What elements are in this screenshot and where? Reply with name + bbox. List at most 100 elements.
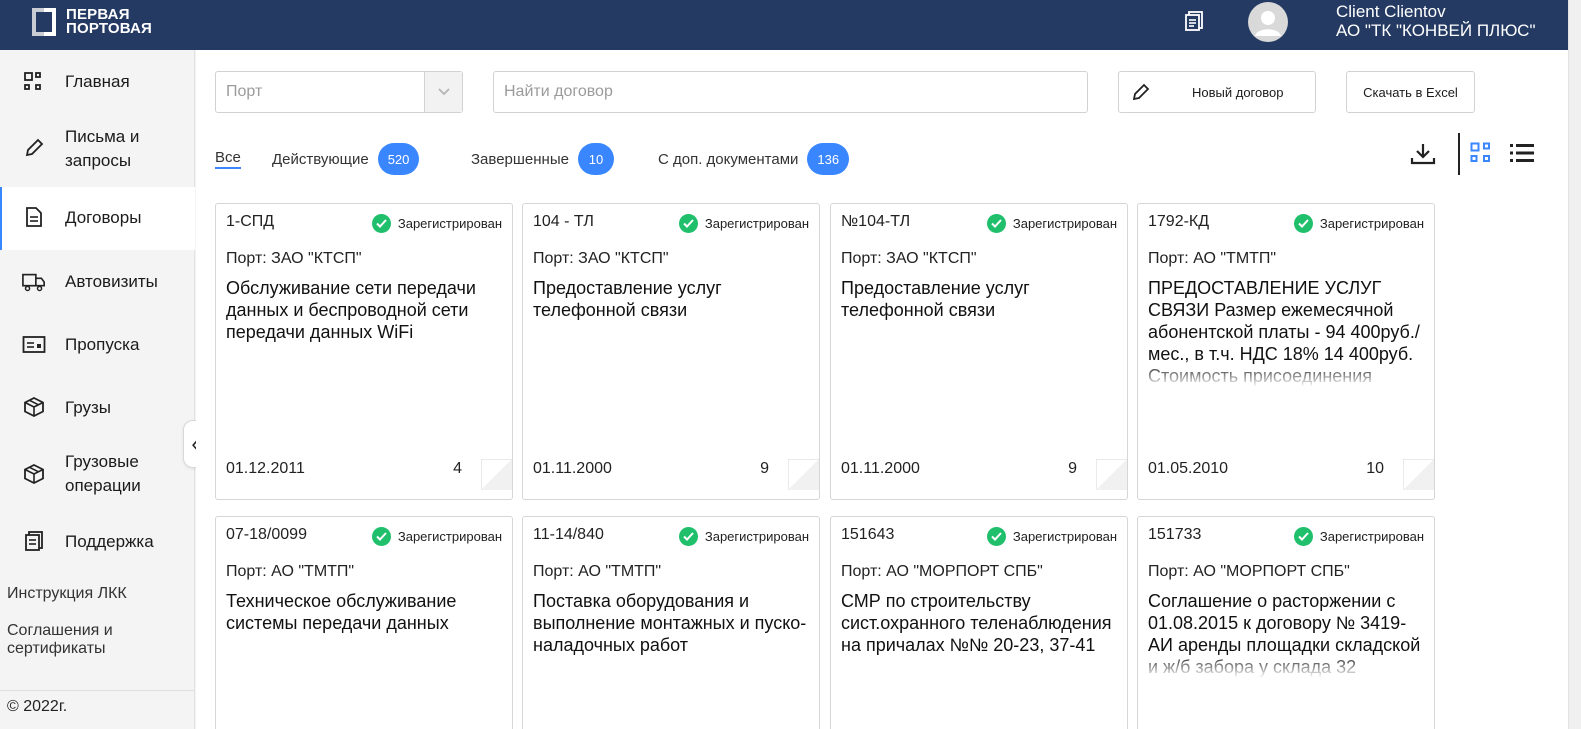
sidebar-item-passes[interactable]: Пропуска: [0, 314, 195, 376]
logo-text: ПЕРВАЯ ПОРТОВАЯ: [66, 7, 153, 37]
sidebar-item-cargo-operations[interactable]: Грузовые операции: [0, 440, 195, 510]
contract-card[interactable]: 1-СПД Зарегистрирован Порт: ЗАО "КТСП" О…: [215, 203, 513, 500]
contract-description: Обслуживание сети передачи данных и бесп…: [226, 278, 476, 342]
documents-icon[interactable]: [1184, 10, 1206, 32]
contract-date: 01.12.2011: [226, 460, 305, 477]
status-text: Зарегистрирован: [397, 216, 502, 231]
contract-number: 11-14/840: [533, 526, 604, 543]
tab-with-additional-docs[interactable]: С доп. документами 136: [658, 143, 850, 175]
contract-card[interactable]: №104-ТЛ Зарегистрирован Порт: ЗАО "КТСП"…: [830, 203, 1128, 500]
tab-completed[interactable]: Завершенные 10: [471, 143, 614, 175]
document-count: 4: [453, 460, 462, 477]
sidebar-item-label: Грузы: [65, 398, 112, 417]
search-input[interactable]: [493, 71, 1088, 113]
contract-port: Порт: АО "ТМТП": [1148, 250, 1277, 267]
status-badge: Зарегистрирован: [678, 214, 809, 233]
contract-number: 1-СПД: [226, 213, 275, 230]
check-circle-icon: [678, 214, 698, 233]
document-count: 10: [1366, 460, 1384, 477]
main-content: Порт Новый договор Скачать в Excel Все Д…: [196, 50, 1568, 729]
user-info[interactable]: Client Clientov АО "ТК "КОНВЕЙ ПЛЮС": [1336, 2, 1536, 40]
contract-card[interactable]: 11-14/840 Зарегистрирован Порт: АО "ТМТП…: [522, 516, 820, 729]
check-circle-icon: [1293, 214, 1313, 233]
grid-view-icon[interactable]: [1470, 142, 1492, 164]
download-excel-label: Скачать в Excel: [1363, 84, 1458, 100]
sidebar-item-autovisits[interactable]: Автовизиты: [0, 251, 195, 313]
sidebar: Главная Письма и запросы Договоры Автовиз…: [0, 50, 195, 729]
user-company: АО "ТК "КОНВЕЙ ПЛЮС": [1336, 21, 1536, 40]
chevron-down-icon[interactable]: [424, 72, 462, 112]
user-name: Client Clientov: [1336, 2, 1446, 21]
status-badge: Зарегистрирован: [986, 214, 1117, 233]
cargo-box-icon: [22, 462, 46, 486]
page-curl-icon: [481, 459, 512, 490]
new-contract-button[interactable]: Новый договор: [1118, 71, 1316, 113]
tab-label: Завершенные: [471, 150, 569, 168]
contract-description: СМР по строительству сист.охранного теле…: [841, 591, 1112, 655]
status-text: Зарегистрирован: [1319, 529, 1424, 544]
agreements-link[interactable]: Соглашения и сертификаты: [7, 622, 113, 658]
label-line-2: операции: [65, 476, 141, 495]
contract-number: 151643: [841, 526, 895, 543]
page-curl-icon: [1403, 459, 1434, 490]
list-view-icon[interactable]: [1510, 142, 1534, 164]
label-line-1: Письма и: [65, 127, 140, 146]
sidebar-item-letters[interactable]: Письма и запросы: [0, 116, 195, 186]
pencil-icon: [1132, 83, 1150, 101]
sidebar-item-label: Поддержка: [65, 532, 154, 551]
contract-card[interactable]: 1792-КД Зарегистрирован Порт: АО "ТМТП" …: [1137, 203, 1435, 500]
contract-port: Порт: ЗАО "КТСП": [533, 250, 669, 267]
sidebar-item-label: Грузовые операции: [65, 450, 141, 498]
logo-line-2: ПОРТОВАЯ: [66, 20, 153, 37]
user-icon: [1255, 11, 1281, 36]
top-header: ПЕРВАЯ ПОРТОВАЯ Client Clientov АО "ТК "…: [0, 0, 1568, 50]
contract-port: Порт: ЗАО "КТСП": [841, 250, 977, 267]
sidebar-item-cargo[interactable]: Грузы: [0, 377, 195, 439]
sidebar-item-label: Автовизиты: [65, 272, 158, 291]
document-count: 9: [760, 460, 769, 477]
status-badge: Зарегистрирован: [371, 214, 502, 233]
tab-all[interactable]: Все: [215, 143, 241, 175]
agreements-line-2: сертификаты: [7, 640, 106, 657]
tab-active[interactable]: Действующие 520: [272, 143, 420, 175]
tab-label: Действующие: [272, 150, 369, 168]
page-scrollbar[interactable]: [1568, 0, 1581, 729]
brand-logo[interactable]: ПЕРВАЯ ПОРТОВАЯ: [30, 6, 152, 38]
sidebar-item-contracts[interactable]: Договоры: [0, 187, 195, 250]
status-text: Зарегистрирован: [1012, 529, 1117, 544]
truck-icon: [22, 270, 46, 294]
contract-date: 01.05.2010: [1148, 460, 1229, 477]
contract-card[interactable]: 07-18/0099 Зарегистрирован Порт: АО "ТМТ…: [215, 516, 513, 729]
tab-label: Все: [215, 149, 241, 169]
contract-port: Порт: АО "МОРПОРТ СПБ": [841, 563, 1043, 580]
contract-number: 104 - ТЛ: [533, 213, 594, 230]
contract-description: Техническое обслуживание системы передач…: [226, 591, 457, 633]
contract-description: Соглашение о расторжении с 01.08.2015 к …: [1148, 590, 1426, 678]
port-select-placeholder: Порт: [226, 83, 263, 100]
sidebar-item-home[interactable]: Главная: [0, 54, 195, 109]
contract-card[interactable]: 104 - ТЛ Зарегистрирован Порт: ЗАО "КТСП…: [522, 203, 820, 500]
box-icon: [22, 395, 46, 419]
port-select[interactable]: Порт: [215, 71, 463, 113]
contract-card[interactable]: 151643 Зарегистрирован Порт: АО "МОРПОРТ…: [830, 516, 1128, 729]
page-curl-icon: [1096, 459, 1127, 490]
count-badge: 136: [807, 143, 850, 175]
contract-card[interactable]: 151733 Зарегистрирован Порт: АО "МОРПОРТ…: [1137, 516, 1435, 729]
download-excel-button[interactable]: Скачать в Excel: [1346, 71, 1475, 113]
user-avatar[interactable]: [1248, 2, 1288, 42]
contract-description: Предоставление услуг телефонной связи: [841, 278, 1030, 320]
contract-description: Поставка оборудования и выполнение монта…: [533, 591, 807, 655]
download-icon[interactable]: [1410, 142, 1436, 166]
document-count: 9: [1068, 460, 1077, 477]
check-circle-icon: [371, 214, 391, 233]
tab-label: С доп. документами: [658, 150, 799, 168]
count-badge: 10: [577, 143, 614, 175]
label-line-2: запросы: [65, 151, 132, 170]
agreements-line-1: Соглашения и: [7, 622, 113, 639]
sidebar-item-support[interactable]: Поддержка: [0, 511, 195, 571]
sidebar-item-label: Письма и запросы: [65, 125, 139, 173]
instruction-link[interactable]: Инструкция ЛКК: [7, 585, 127, 603]
status-badge: Зарегистрирован: [678, 527, 809, 546]
page-curl-icon: [788, 459, 819, 490]
grid-icon: [22, 70, 46, 94]
